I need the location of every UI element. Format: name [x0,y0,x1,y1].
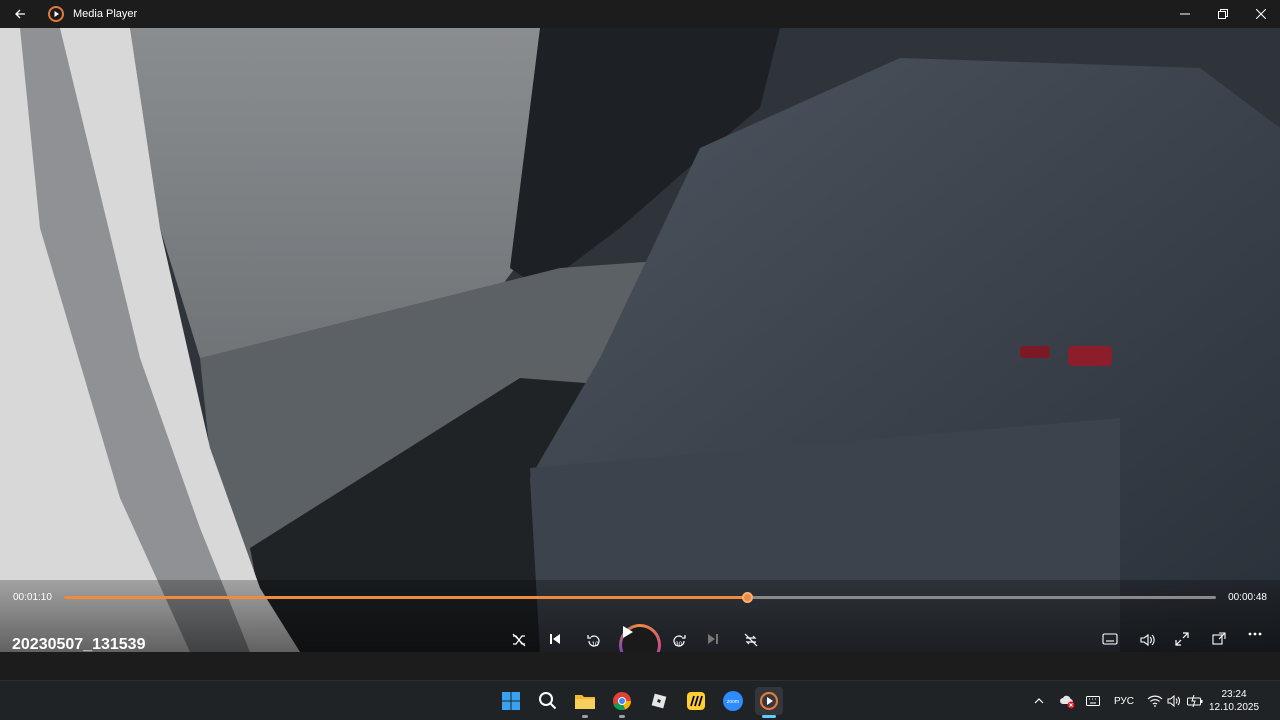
play-icon [623,626,633,638]
taskbar-miro[interactable] [682,687,710,715]
taskbar-zoom[interactable]: zoom [719,687,747,715]
seek-bar-thumb[interactable] [742,592,754,603]
skip-next-icon [708,634,718,644]
skip-previous-icon [550,634,560,644]
mini-player-button[interactable] [1212,632,1238,652]
volume-button[interactable] [1139,632,1165,652]
windows-icon [502,692,520,710]
active-indicator [762,715,776,718]
seek-bar-progress [64,596,748,599]
play-button[interactable] [619,624,661,652]
repeat-button[interactable] [743,632,769,652]
wifi-icon [1147,695,1163,707]
captions-button[interactable] [1102,632,1128,652]
battery-charging-icon [1187,695,1203,707]
folder-icon [575,695,595,709]
svg-text:10: 10 [592,641,600,648]
volume-tray-button[interactable] [1165,692,1183,710]
taskbar: zoom РУС 23:24 12.10.2025 [0,680,1280,720]
start-button[interactable] [497,687,525,715]
remaining-time: 00:00:48 [1228,592,1267,603]
clock[interactable]: 23:24 12.10.2025 [1204,688,1264,714]
zoom-icon-label: zoom [727,699,739,705]
battery-button[interactable] [1185,692,1205,710]
close-button[interactable] [1242,0,1280,28]
forward-30-button[interactable]: 30 [670,632,696,652]
elapsed-time: 00:01:10 [13,592,52,603]
media-player-app-icon [48,6,64,22]
running-indicator [619,715,625,718]
taskbar-roblox[interactable] [645,687,673,715]
network-button[interactable] [1146,692,1164,710]
volume-icon [1140,633,1155,647]
speaker-icon [1167,695,1180,707]
restore-icon [1218,9,1228,19]
media-title: 20230507_131539 [12,636,146,652]
window-title: Media Player [73,8,138,20]
search-icon [539,692,557,710]
roblox-icon [651,693,667,709]
running-indicator [582,715,588,718]
taskbar-media-player[interactable] [755,687,783,718]
input-language[interactable]: РУС [1108,692,1140,710]
captions-icon [1102,633,1118,645]
clock-date: 12.10.2025 [1208,702,1260,713]
shuffle-button[interactable] [511,632,537,652]
more-options-button[interactable] [1248,632,1274,652]
cloud-error-icon [1060,695,1075,709]
video-frame [0,28,1280,652]
fullscreen-button[interactable] [1175,632,1201,652]
taskbar-file-explorer[interactable] [571,687,599,718]
title-bar: Media Player [0,0,1280,28]
minimize-button[interactable] [1166,0,1204,28]
minimize-icon [1180,13,1190,15]
rewind-10-button[interactable]: 10 [585,632,611,652]
media-player-icon [759,691,779,711]
taskbar-chrome[interactable] [608,687,636,718]
forward-30-icon: 30 [673,635,686,648]
rewind-10-icon: 10 [587,635,600,648]
chrome-icon [613,692,631,711]
tray-app-status[interactable] [1057,692,1077,710]
keyboard-icon [1086,696,1100,706]
window-bottom-band [0,652,1280,680]
miro-icon [687,692,705,710]
chevron-up-icon [1034,698,1044,704]
back-arrow-icon [15,9,25,19]
clock-time: 23:24 [1221,689,1247,700]
svg-text:30: 30 [675,641,683,648]
search-button[interactable] [534,687,562,715]
shuffle-off-icon [512,633,526,647]
video-area[interactable]: 00:01:10 00:00:48 20230507_131539 10 30 [0,28,1280,652]
more-icon [1248,632,1262,636]
back-button[interactable] [0,0,40,28]
seek-bar[interactable] [64,592,1216,603]
playback-controls: 00:01:10 00:00:48 20230507_131539 10 30 [0,580,1280,652]
fullscreen-icon [1175,632,1189,646]
keyboard-button[interactable] [1083,692,1103,710]
close-icon [1256,9,1266,19]
zoom-icon: zoom [723,691,743,711]
previous-button[interactable] [548,632,574,652]
next-button[interactable] [706,632,732,652]
restore-button[interactable] [1204,0,1242,28]
repeat-off-icon [744,633,758,647]
show-hidden-icons-button[interactable] [1031,692,1047,710]
mini-player-icon [1212,632,1226,645]
